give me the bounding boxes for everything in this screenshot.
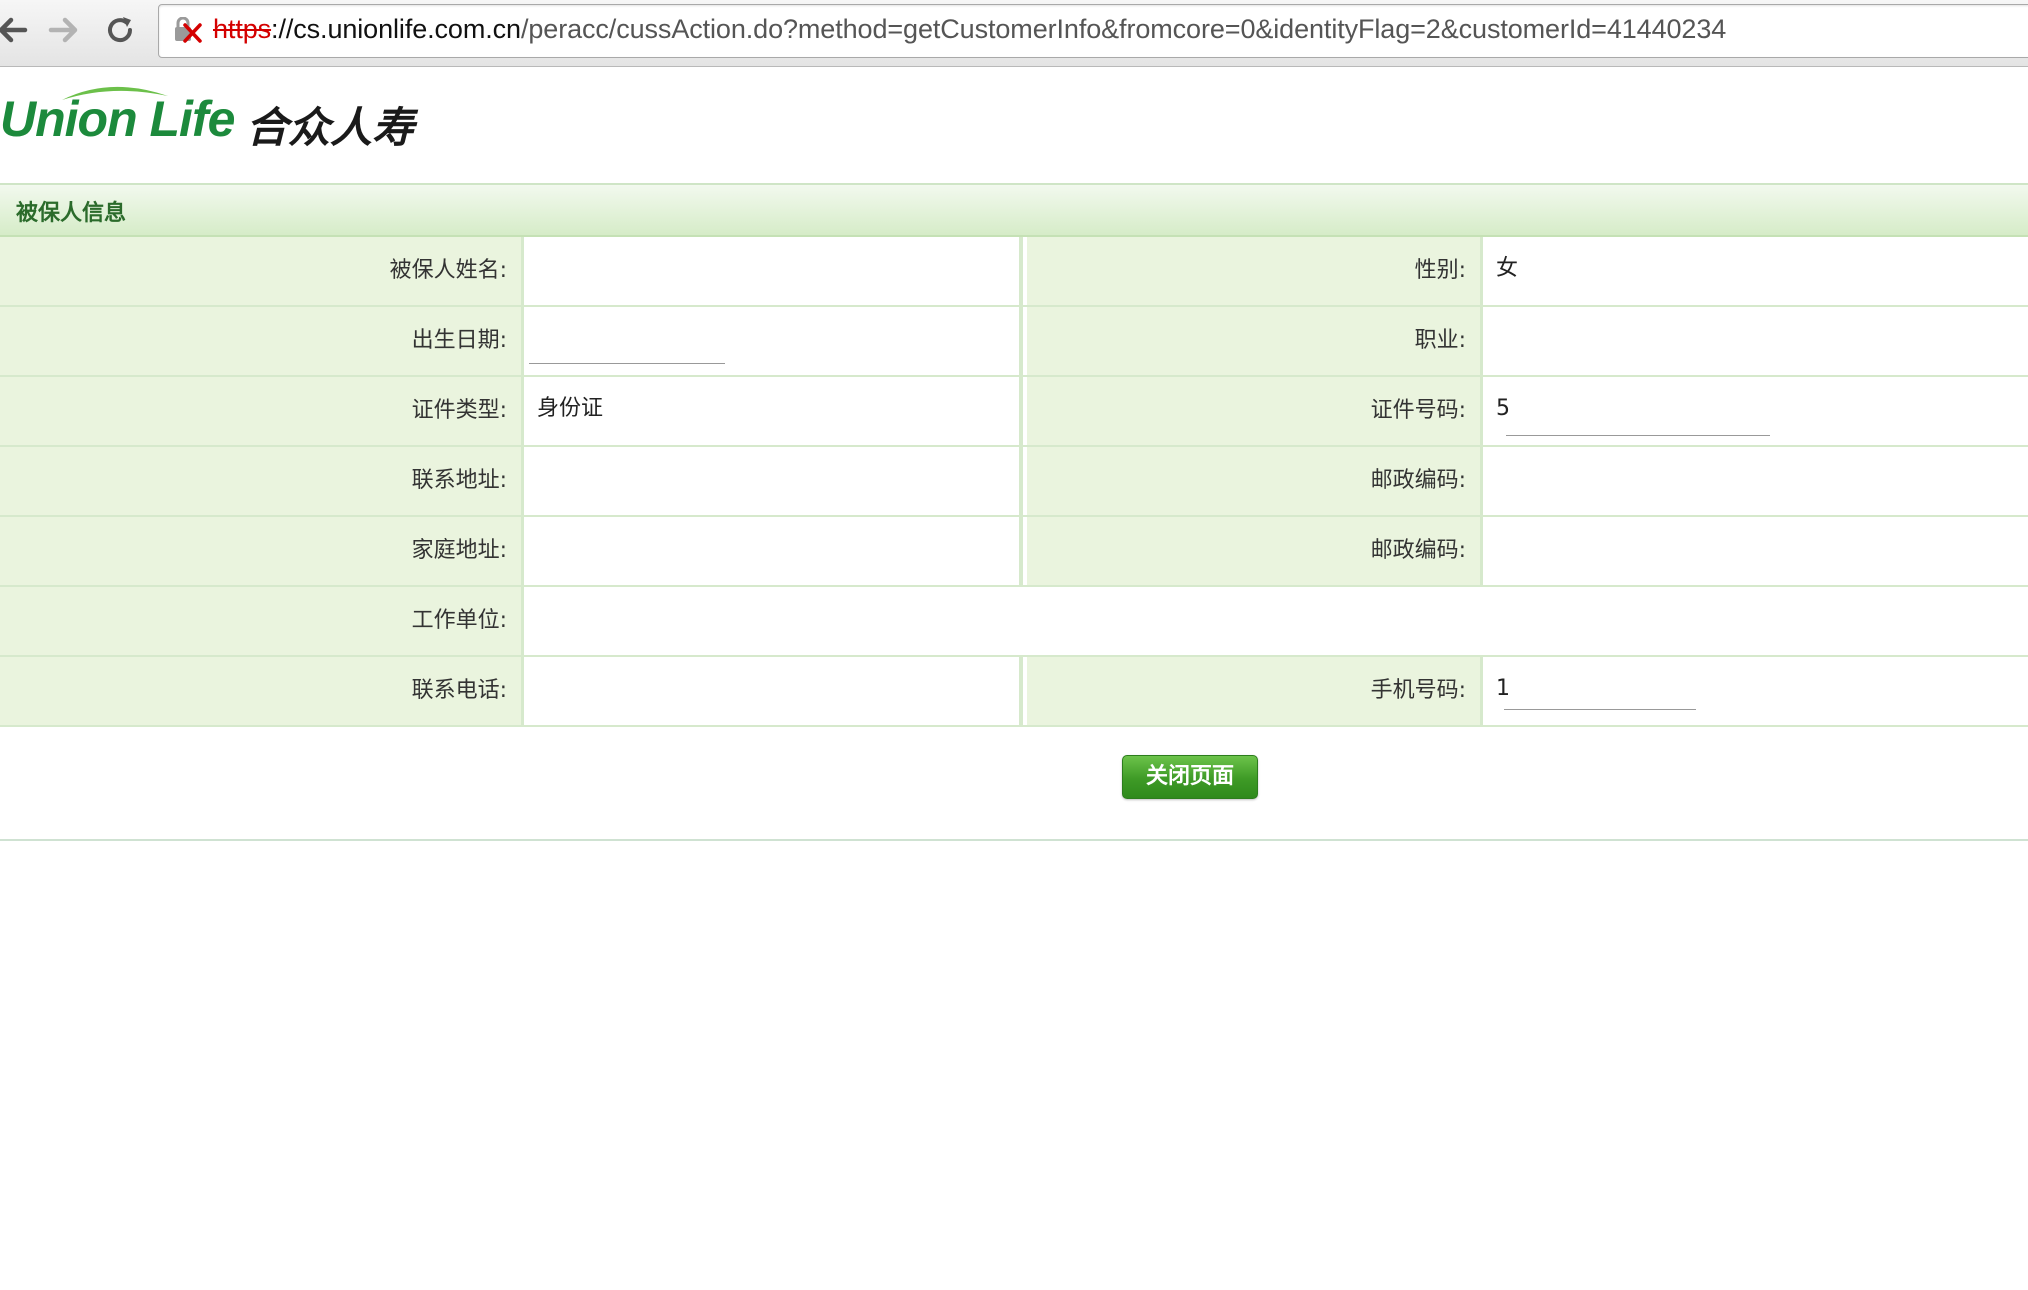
label-insured-name: 被保人姓名: (0, 237, 524, 305)
close-page-button[interactable]: 关闭页面 (1122, 755, 1258, 799)
value-id-type: 身份证 (527, 377, 1023, 445)
value-id-number: 5 (1486, 377, 2028, 445)
label-postal-code: 邮政编码: (1027, 447, 1483, 515)
label-birth-date: 出生日期: (0, 307, 524, 375)
label-id-number: 证件号码: (1027, 377, 1483, 445)
address-bar[interactable]: https://cs.unionlife.com.cn/peracc/cussA… (158, 4, 2028, 58)
value-mobile: 1 (1486, 657, 2028, 725)
section-header: 被保人信息 (0, 185, 2028, 237)
form-row-contact-address: 联系地址: 邮政编码: (0, 447, 2028, 517)
forward-button[interactable] (44, 10, 84, 50)
back-button[interactable] (0, 10, 32, 50)
url-text: https://cs.unionlife.com.cn/peracc/cussA… (213, 14, 1726, 45)
value-home-address (527, 517, 1023, 585)
url-scheme: https (213, 14, 272, 44)
label-employer: 工作单位: (0, 587, 524, 655)
form-row-home-address: 家庭地址: 邮政编码: (0, 517, 2028, 587)
insured-info-table: 被保人姓名: 性别: 女 出生日期: 职业: 证件类型: 身份证 证件号码: 5… (0, 237, 2028, 727)
section-title: 被保人信息 (16, 201, 127, 226)
value-occupation (1486, 307, 2028, 375)
url-path: /peracc/cussAction.do?method=getCustomer… (520, 14, 1727, 44)
id-number-underline (1506, 435, 1770, 436)
value-birth-date (527, 307, 1023, 375)
value-phone (527, 657, 1023, 725)
value-gender: 女 (1486, 237, 2028, 305)
label-home-address: 家庭地址: (0, 517, 524, 585)
reload-icon (108, 17, 133, 43)
form-row-employer: 工作单位: (0, 587, 2028, 657)
label-contact-address: 联系地址: (0, 447, 524, 515)
broken-lock-icon (175, 17, 202, 43)
browser-toolbar: https://cs.unionlife.com.cn/peracc/cussA… (0, 0, 2028, 67)
url-host: ://cs.unionlife.com.cn (271, 14, 521, 44)
form-row-birthdate: 出生日期: 职业: (0, 307, 2028, 377)
form-row-phone: 联系电话: 手机号码: 1 (0, 657, 2028, 727)
label-occupation: 职业: (1027, 307, 1483, 375)
value-home-postal-code (1486, 517, 2028, 585)
form-row-name: 被保人姓名: 性别: 女 (0, 237, 2028, 307)
footer-divider (0, 839, 2028, 841)
value-contact-address (527, 447, 1023, 515)
id-number-text: 5 (1496, 396, 1510, 421)
label-id-type: 证件类型: (0, 377, 524, 445)
back-arrow-icon (0, 17, 28, 43)
forward-arrow-icon (48, 17, 78, 43)
label-home-postal-code: 邮政编码: (1027, 517, 1483, 585)
value-employer (527, 587, 2028, 655)
label-gender: 性别: (1027, 237, 1483, 305)
label-phone: 联系电话: (0, 657, 524, 725)
company-logo: Union Life 合众人寿 (0, 82, 460, 156)
logo-chinese-text: 合众人寿 (246, 103, 415, 152)
label-mobile: 手机号码: (1027, 657, 1483, 725)
form-row-id: 证件类型: 身份证 证件号码: 5 (0, 377, 2028, 447)
mobile-text: 1 (1496, 676, 1510, 701)
reload-button[interactable] (100, 10, 140, 50)
birth-date-underline (529, 363, 725, 364)
value-postal-code (1486, 447, 2028, 515)
mobile-underline (1504, 709, 1696, 710)
value-insured-name (527, 237, 1023, 305)
logo-english-text: Union Life (0, 91, 235, 147)
